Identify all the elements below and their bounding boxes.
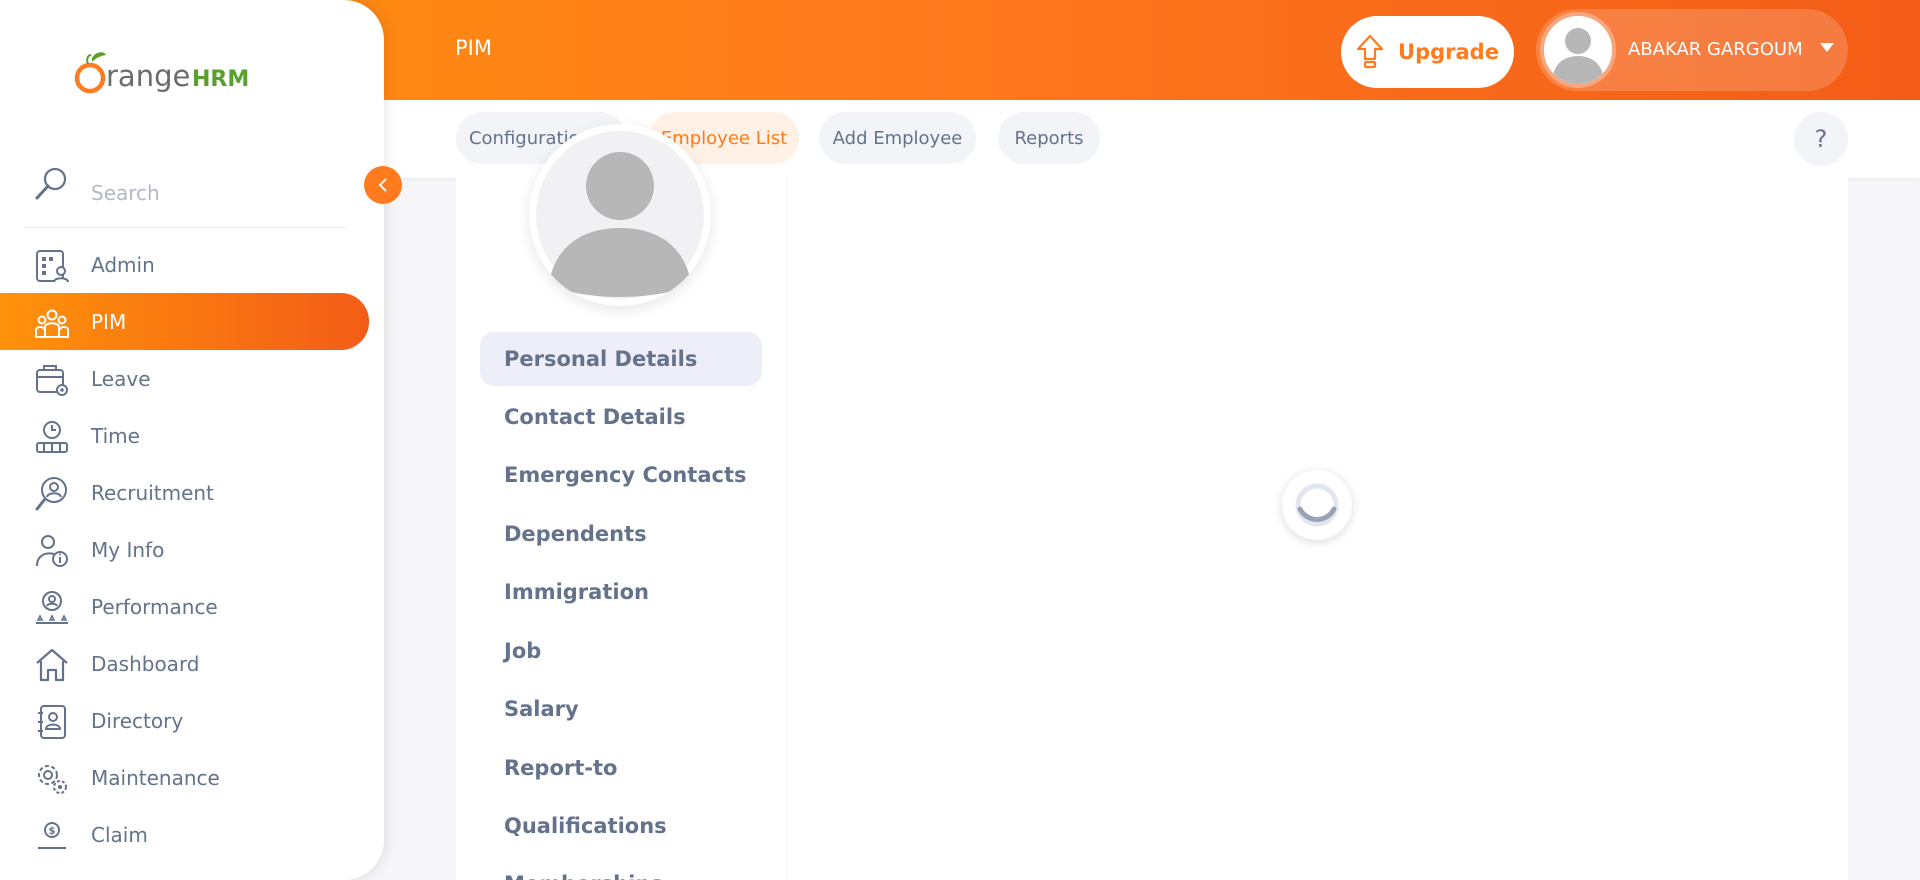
user-dropdown[interactable]: ABAKAR GARGOUM [1536,9,1848,91]
sidebar-item-directory[interactable]: Directory [0,692,369,749]
sidebar-item-maintenance[interactable]: Maintenance [0,749,369,806]
employee-menu-immigration[interactable]: Immigration [480,565,762,619]
svg-text:$: $ [49,826,56,837]
sidebar-item-label: Time [91,423,140,448]
tab-label: Reports [1014,127,1084,149]
employee-menu-personal-details[interactable]: Personal Details [480,332,762,386]
search-input[interactable] [91,178,331,208]
upgrade-button[interactable]: Upgrade [1341,16,1514,88]
user-name: ABAKAR GARGOUM [1628,39,1803,60]
caret-down-icon [1820,43,1834,52]
sidebar-item-label: My Info [91,537,165,562]
sidebar-item-label: Performance [91,594,218,619]
sidebar-item-label: Recruitment [91,480,214,505]
loading-spinner [1282,470,1352,540]
time-icon [36,421,68,453]
sidebar-item-dashboard[interactable]: Dashboard [0,635,369,692]
sidebar-item-leave[interactable]: Leave [0,350,369,407]
help-button[interactable]: ? [1794,112,1848,166]
sidebar-item-label: Dashboard [91,651,200,676]
sidebar-item-time[interactable]: Time [0,407,369,464]
upgrade-arrow-icon [1356,34,1384,69]
maintenance-icon [38,765,67,794]
sidebar-collapse-button[interactable] [364,166,402,204]
sidebar-item-pim[interactable]: PIM [0,293,369,350]
tab-reports[interactable]: Reports [998,112,1100,164]
employee-menu-emergency-contacts[interactable]: Emergency Contacts [480,448,762,502]
orangehrm-logo[interactable]: range HRM [74,48,254,98]
sidebar-item-label: Directory [91,708,184,733]
sidebar-item-label: Leave [91,366,151,391]
pim-icon [35,309,69,338]
dashboard-icon [36,648,68,682]
sidebar-item-label: Maintenance [91,765,220,790]
user-avatar [1540,12,1616,88]
employee-menu-dependents[interactable]: Dependents [480,507,762,561]
employee-menu-contact-details[interactable]: Contact Details [480,390,762,444]
my-info-icon [36,535,68,567]
chevron-left-icon [378,178,387,192]
logo-text: range [106,59,190,93]
upgrade-label: Upgrade [1398,40,1499,64]
help-icon: ? [1814,125,1828,153]
sidebar: range HRM Admin PIM [0,0,384,880]
employee-menu-qualifications[interactable]: Qualifications [480,799,762,853]
sidebar-item-admin[interactable]: Admin [0,236,369,293]
logo-accent-text: HRM [192,67,249,92]
sidebar-item-label: PIM [91,309,127,334]
directory-icon [38,705,66,739]
employee-menu-memberships[interactable]: Memberships [480,857,762,880]
sidebar-search [24,162,346,228]
search-icon [35,167,67,200]
admin-icon [36,250,69,283]
employee-photo[interactable] [529,124,711,306]
sidebar-item-performance[interactable]: Performance [0,578,369,635]
tab-add-employee[interactable]: Add Employee [819,112,976,164]
leave-icon [36,365,68,396]
sidebar-item-label: Admin [91,252,155,277]
spinner-icon [1295,483,1339,527]
tab-label: Employee List [660,127,788,149]
sidebar-item-label: Claim [91,822,148,847]
performance-icon [36,591,68,624]
sidebar-item-recruitment[interactable]: Recruitment [0,464,369,521]
claim-icon: $ [38,822,66,849]
recruitment-icon [35,477,67,511]
employee-menu-report-to[interactable]: Report-to [480,741,762,795]
employee-menu-job[interactable]: Job [480,624,762,678]
employee-menu-salary[interactable]: Salary [480,682,762,736]
page-title: PIM [455,36,492,60]
sidebar-item-my-info[interactable]: My Info [0,521,369,578]
sidebar-item-claim[interactable]: $ Claim [0,806,369,863]
tab-label: Add Employee [832,127,963,149]
